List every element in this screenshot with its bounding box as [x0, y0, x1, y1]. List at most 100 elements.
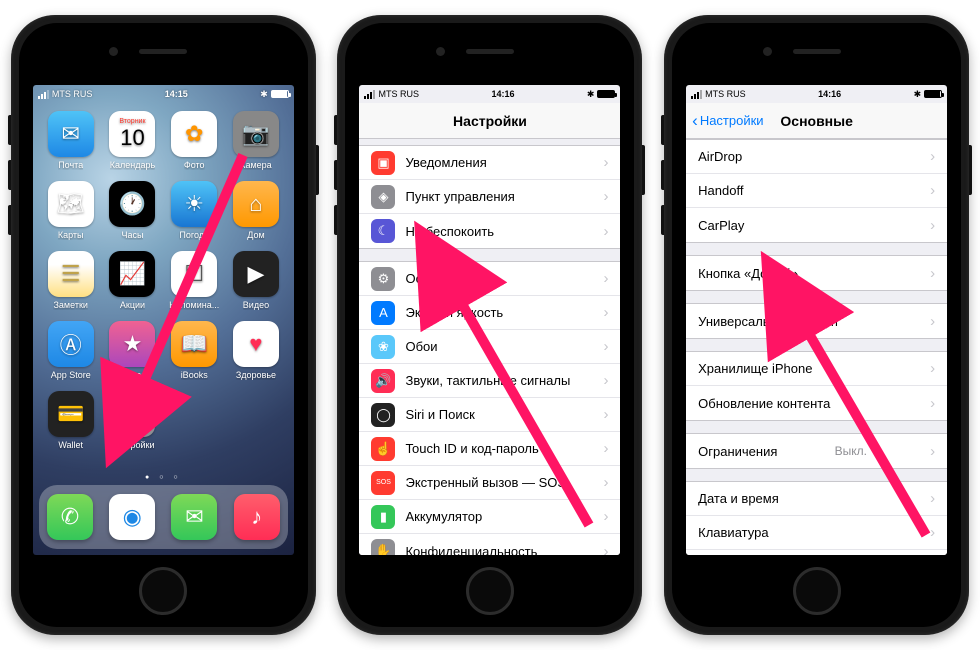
settings-row-Клавиатура[interactable]: Клавиатура › [686, 516, 947, 550]
settings-row-Ограничения[interactable]: ОграниченияВыкл.› [686, 434, 947, 468]
app-Камера[interactable]: 📷Камера [228, 111, 284, 177]
row-label: AirDrop [698, 149, 742, 164]
navbar-title: Настройки [453, 113, 527, 129]
row-label: Touch ID и код-пароль [405, 441, 538, 456]
app-label: Часы [121, 230, 143, 240]
chevron-right-icon: › [603, 223, 608, 240]
app-label: App Store [51, 370, 91, 380]
app-Фото[interactable]: ✿Фото [166, 111, 222, 177]
settings-row-Уведомления[interactable]: ▣ Уведомления › [359, 146, 620, 180]
settings-row-Дата и время[interactable]: Дата и время› [686, 482, 947, 516]
app-label: Здоровье [236, 370, 276, 380]
app-Почта[interactable]: ✉Почта [43, 111, 99, 177]
row-label: Универсальный доступ [698, 314, 838, 329]
app-Часы[interactable]: 🕐Часы [105, 181, 161, 247]
row-icon: ⚙ [371, 267, 395, 291]
row-label: CarPlay [698, 218, 744, 233]
back-button[interactable]: ‹Настройки [692, 112, 763, 129]
settings-row-Хранилище iPhone[interactable]: Хранилище iPhone› [686, 352, 947, 386]
app-Здоровье[interactable]: ♥Здоровье [228, 321, 284, 387]
app-iTunes[interactable]: ★iTunes [105, 321, 161, 387]
settings-row-CarPlay[interactable]: CarPlay › [686, 208, 947, 242]
dock: ✆ ◉ ✉ ♪ [39, 485, 288, 549]
row-value: Выкл. [835, 444, 867, 458]
settings-row-Siri и Поиск[interactable]: ◯Siri и Поиск› [359, 398, 620, 432]
app-label: Погода [179, 230, 209, 240]
app-Календарь[interactable]: Вторник10Календарь [105, 111, 161, 177]
settings-row-Обои[interactable]: ❀Обои› [359, 330, 620, 364]
settings-row-Пункт управления[interactable]: ◈Пункт управления› [359, 180, 620, 214]
row-label: Клавиатура [698, 525, 768, 540]
chevron-right-icon: › [603, 406, 608, 423]
row-icon: ◈ [371, 185, 395, 209]
row-icon: ◯ [371, 403, 395, 427]
app-Видео[interactable]: ▶Видео [228, 251, 284, 317]
navbar: Настройки [359, 103, 620, 139]
row-label: Конфиденциальность [405, 544, 537, 556]
settings-row-AirDrop[interactable]: AirDrop › [686, 140, 947, 174]
app-Дом[interactable]: ⌂Дом [228, 181, 284, 247]
chevron-right-icon: › [930, 395, 935, 412]
chevron-right-icon: › [930, 313, 935, 330]
chevron-right-icon: › [930, 443, 935, 460]
app-Карты[interactable]: 🗺Карты [43, 181, 99, 247]
settings-row-Обновление контента[interactable]: Обновление контента› [686, 386, 947, 420]
chevron-right-icon: › [930, 490, 935, 507]
app-Акции[interactable]: 📈Акции [105, 251, 161, 317]
row-label: Handoff [698, 183, 743, 198]
app-iBooks[interactable]: 📖iBooks [166, 321, 222, 387]
status-bar: MTS RUS 14:16 ✱ [686, 85, 947, 103]
page-indicator[interactable]: ● ○ ○ [33, 470, 294, 485]
settings-row-Аккумулятор[interactable]: ▮Аккумулятор› [359, 500, 620, 534]
row-icon: ☾ [371, 219, 395, 243]
navbar: ‹Настройки Основные [686, 103, 947, 139]
dock-app-phone[interactable]: ✆ [47, 494, 93, 540]
chevron-right-icon: › [603, 154, 608, 171]
settings-row-Язык и регион[interactable]: Язык и регион› [686, 550, 947, 555]
settings-row-Основные[interactable]: ⚙ Основные › [359, 262, 620, 296]
settings-row-Экран и яркость[interactable]: AЭкран и яркость› [359, 296, 620, 330]
row-label: Не беспокоить [405, 224, 494, 239]
app-label: iBooks [181, 370, 208, 380]
app-Заметки[interactable]: ☰Заметки [43, 251, 99, 317]
chevron-right-icon: › [930, 524, 935, 541]
settings-row-Кнопка «Домой»[interactable]: Кнопка «Домой»› [686, 256, 947, 290]
settings-row-Не беспокоить[interactable]: ☾ Не беспокоить › [359, 214, 620, 248]
dock-app-messages[interactable]: ✉ [171, 494, 217, 540]
home-button[interactable] [139, 567, 187, 615]
app-label: Акции [120, 300, 145, 310]
row-icon: ✋ [371, 539, 395, 555]
app-Погода[interactable]: ☀Погода [166, 181, 222, 247]
app-label: Wallet [58, 440, 83, 450]
app-label: Напомина... [169, 300, 219, 310]
app-App Store[interactable]: ⒶApp Store [43, 321, 99, 387]
app-Wallet[interactable]: 💳Wallet [43, 391, 99, 457]
row-label: Звуки, тактильные сигналы [405, 373, 570, 388]
settings-row-Handoff[interactable]: Handoff› [686, 174, 947, 208]
settings-row-Звуки, тактильные сигналы[interactable]: 🔊Звуки, тактильные сигналы› [359, 364, 620, 398]
settings-row-Экстренный вызов — SOS[interactable]: SOSЭкстренный вызов — SOS› [359, 466, 620, 500]
row-label: Аккумулятор [405, 509, 482, 524]
chevron-right-icon: › [930, 265, 935, 282]
row-icon: ▣ [371, 151, 395, 175]
chevron-right-icon: › [603, 440, 608, 457]
home-button[interactable] [466, 567, 514, 615]
chevron-right-icon: › [930, 360, 935, 377]
settings-row-Конфиденциальность[interactable]: ✋Конфиденциальность› [359, 534, 620, 555]
dock-app-music[interactable]: ♪ [234, 494, 280, 540]
dock-app-safari[interactable]: ◉ [109, 494, 155, 540]
row-label: Основные [405, 271, 467, 286]
chevron-right-icon: › [603, 338, 608, 355]
row-label: Уведомления [405, 155, 486, 170]
chevron-right-icon: › [930, 148, 935, 165]
settings-row-Touch ID и код-пароль[interactable]: ☝Touch ID и код-пароль› [359, 432, 620, 466]
chevron-right-icon: › [603, 270, 608, 287]
app-Настройки[interactable]: ⚙1Настройки [105, 391, 161, 457]
home-screen: MTS RUS 14:15 ✱ ✉ПочтаВторник10Календарь… [33, 85, 294, 555]
home-button[interactable] [793, 567, 841, 615]
app-Напомина...[interactable]: ☑Напомина... [166, 251, 222, 317]
settings-screen: MTS RUS 14:16 ✱ Настройки ▣Уведомления›◈… [359, 85, 620, 555]
chevron-right-icon: › [930, 217, 935, 234]
settings-row-Универсальный доступ[interactable]: Универсальный доступ › [686, 304, 947, 338]
row-icon: SOS [371, 471, 395, 495]
